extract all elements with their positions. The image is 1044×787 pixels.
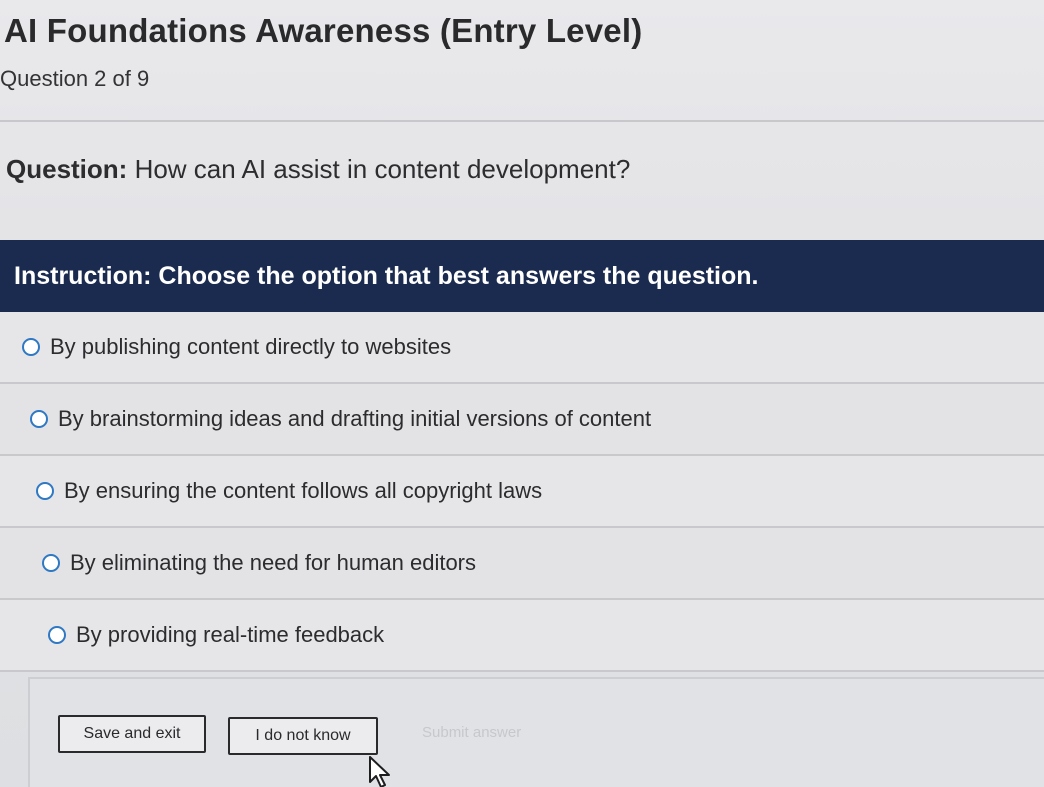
answer-options: By publishing content directly to websit… <box>0 312 1044 672</box>
instruction-text: Instruction: Choose the option that best… <box>14 261 759 290</box>
header-divider <box>0 120 1044 122</box>
answer-option[interactable]: By ensuring the content follows all copy… <box>0 456 1044 528</box>
answer-option[interactable]: By providing real-time feedback <box>0 600 1044 672</box>
radio-unchecked-icon[interactable] <box>30 410 48 428</box>
answer-option-label: By providing real-time feedback <box>76 622 385 647</box>
question-progress: Question 2 of 9 <box>0 66 150 91</box>
radio-unchecked-icon[interactable] <box>42 554 60 572</box>
answer-option-label: By ensuring the content follows all copy… <box>64 478 543 503</box>
instruction-bar: Instruction: Choose the option that best… <box>0 240 1044 312</box>
answer-option[interactable]: By eliminating the need for human editor… <box>0 528 1044 600</box>
answer-option-label: By eliminating the need for human editor… <box>70 550 477 575</box>
mouse-pointer-icon <box>369 756 390 787</box>
question-text: Question: How can AI assist in content d… <box>6 154 630 185</box>
answer-option[interactable]: By publishing content directly to websit… <box>0 312 1044 384</box>
question-body: How can AI assist in content development… <box>127 154 631 184</box>
question-label: Question: <box>6 154 128 184</box>
radio-unchecked-icon[interactable] <box>36 482 54 500</box>
dont-know-button[interactable]: I do not know <box>228 717 378 755</box>
save-and-exit-button[interactable]: Save and exit <box>58 715 206 753</box>
answer-option-label: By publishing content directly to websit… <box>50 334 452 359</box>
radio-unchecked-icon[interactable] <box>22 338 40 356</box>
submit-answer-button[interactable]: Submit answer <box>422 724 521 741</box>
answer-option[interactable]: By brainstorming ideas and drafting init… <box>0 384 1044 456</box>
quiz-page: AI Foundations Awareness (Entry Level) Q… <box>0 0 1044 787</box>
course-title: AI Foundations Awareness (Entry Level) <box>4 12 643 49</box>
answer-option-label: By brainstorming ideas and drafting init… <box>58 406 652 431</box>
quiz-footer: Save and exit I do not know Submit answe… <box>28 677 1044 787</box>
radio-unchecked-icon[interactable] <box>48 626 66 644</box>
